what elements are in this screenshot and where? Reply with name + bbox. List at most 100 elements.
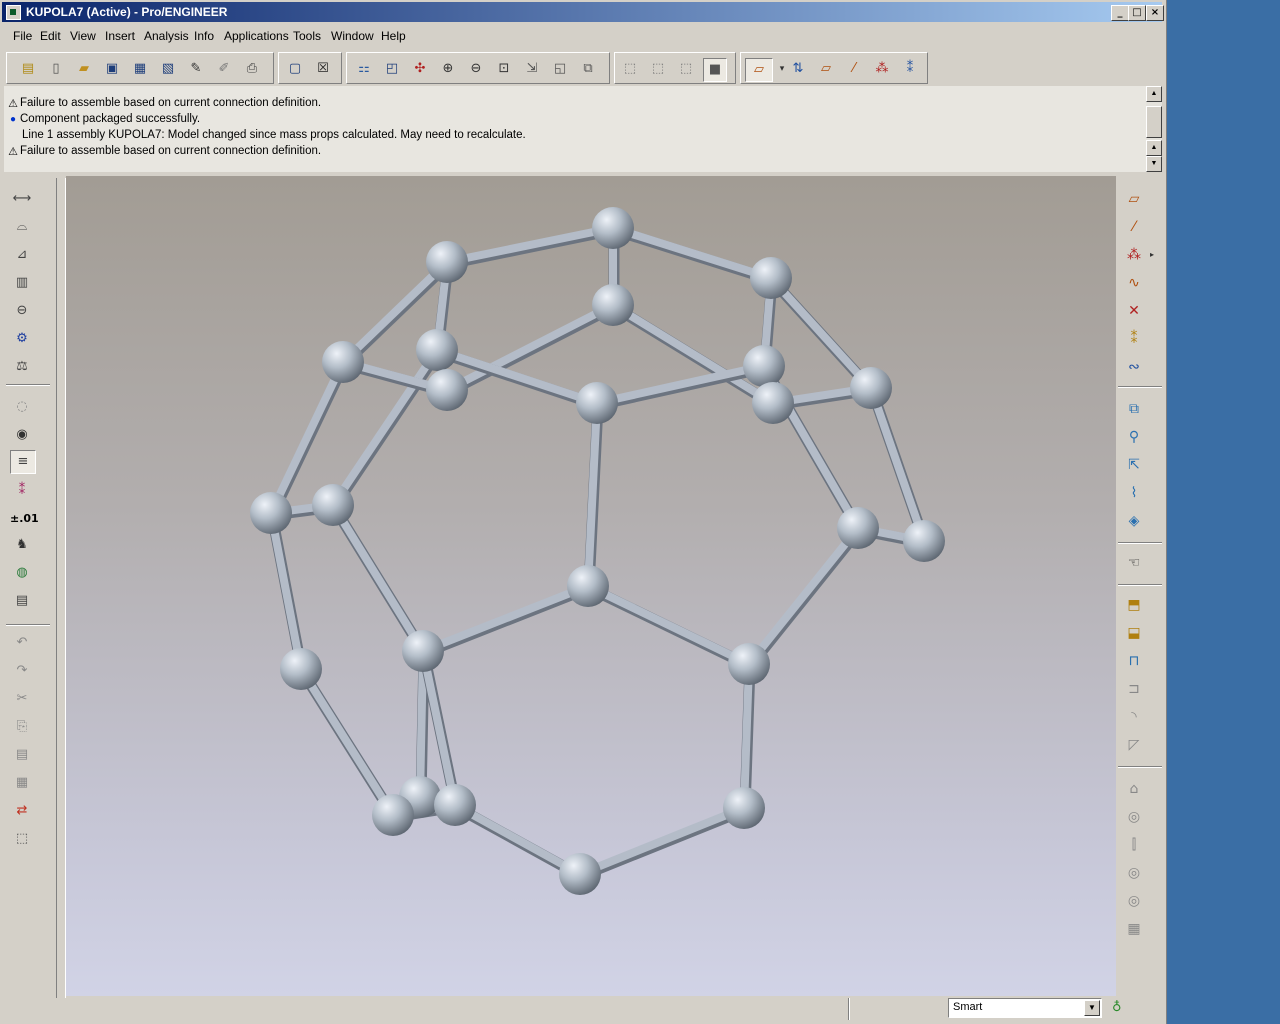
model-tree-settings-icon[interactable]: ≡ — [10, 450, 36, 474]
dimension-icon[interactable]: ⟷ — [10, 188, 34, 210]
model-analysis-icon[interactable]: ▥ — [10, 272, 34, 294]
datum-point-icon[interactable]: ⁂ — [1120, 244, 1148, 266]
hidden-line-icon[interactable]: ⬚ — [647, 58, 669, 80]
draft-icon[interactable]: ⌂ — [1120, 778, 1148, 800]
zoom-out-icon[interactable]: ⊖ — [465, 58, 487, 80]
relations-icon[interactable]: ⁑ — [10, 480, 34, 502]
layers-icon[interactable]: ◱ — [549, 58, 571, 80]
datum-plane-display-icon[interactable]: ▱ — [745, 58, 773, 82]
redo-icon[interactable]: ↷ — [10, 660, 34, 682]
message-scrollbar[interactable]: ▲ ▲ ▼ — [1146, 86, 1162, 172]
spin-icon[interactable]: ⁂ — [871, 58, 893, 80]
selection-filter-select[interactable]: Smart ▼ — [948, 998, 1102, 1018]
close-button[interactable]: × — [1146, 5, 1164, 21]
sash-strip[interactable] — [56, 178, 66, 998]
eye-icon[interactable]: ◉ — [10, 424, 34, 446]
polyhedron-model[interactable] — [66, 176, 1116, 996]
undo-icon[interactable]: ↶ — [10, 632, 34, 654]
menu-help[interactable]: Help — [381, 29, 406, 43]
scroll-thumb[interactable] — [1146, 106, 1162, 138]
reference-icon[interactable]: ⧉ — [577, 58, 599, 80]
sketched-curve-icon[interactable]: ∾ — [1120, 356, 1148, 378]
menu-analysis[interactable]: Analysis — [144, 29, 189, 43]
cut-out-icon[interactable]: ⊐ — [1120, 678, 1148, 700]
open-file-icon[interactable]: ▰ — [73, 58, 95, 80]
selection-box-icon[interactable]: ⬚ — [10, 828, 34, 850]
weight-icon[interactable]: ⚖ — [10, 356, 34, 378]
pattern-icon[interactable]: ▦ — [1120, 918, 1148, 940]
graphics-window[interactable] — [66, 176, 1116, 996]
mass-props-icon[interactable]: ⊖ — [10, 300, 34, 322]
chamfer-icon[interactable]: ◸ — [1120, 734, 1148, 756]
angle-icon[interactable]: ⊿ — [10, 244, 34, 266]
datum-axis-icon[interactable]: ⁄ — [1120, 216, 1148, 238]
shell-icon[interactable]: ◎ — [1120, 806, 1148, 828]
window-close-icon[interactable]: ☒ — [312, 58, 334, 80]
scroll-down-arrow-icon[interactable]: ▲ — [1146, 140, 1162, 156]
wireframe-icon[interactable]: ⬚ — [619, 58, 641, 80]
pipe-icon[interactable]: ⌇ — [1120, 482, 1148, 504]
datum-axis-display-icon[interactable]: ⇅ — [787, 58, 809, 80]
offset-icon[interactable]: ◎ — [1120, 862, 1148, 884]
new-file-icon[interactable]: ▯ — [45, 58, 67, 80]
place-component-icon[interactable]: ⧉ — [1120, 398, 1148, 420]
surface-icon[interactable]: ◈ — [1120, 510, 1148, 532]
coord-sys-display-icon[interactable]: ⁄ — [843, 58, 865, 80]
tolerance-button[interactable]: ±.01 — [10, 508, 39, 530]
merge-icon[interactable]: ⊓ — [1120, 650, 1148, 672]
regenerate-arrows-icon[interactable]: ⇄ — [10, 800, 34, 822]
named-view-icon[interactable]: ◰ — [381, 58, 403, 80]
menu-view[interactable]: View — [70, 29, 96, 43]
maximize-button[interactable]: □ — [1128, 5, 1146, 21]
drag-component-icon[interactable]: ⇱ — [1120, 454, 1148, 476]
menu-edit[interactable]: Edit — [40, 29, 61, 43]
save-icon[interactable]: ▣ — [101, 58, 123, 80]
area-icon[interactable]: ⌓ — [10, 216, 34, 238]
menu-insert[interactable]: Insert — [105, 29, 135, 43]
orient-icon[interactable]: ⇲ — [521, 58, 543, 80]
copy-icon[interactable]: ⎘ — [10, 716, 34, 738]
save-copy-icon[interactable]: ▦ — [129, 58, 151, 80]
insert-component-icon[interactable]: ⬒ — [1120, 594, 1148, 616]
menu-tools[interactable]: Tools — [293, 29, 321, 43]
round-icon[interactable]: ◝ — [1120, 706, 1148, 728]
menu-info[interactable]: Info — [194, 29, 214, 43]
menu-applications[interactable]: Applications — [224, 29, 289, 43]
scroll-up-arrow-icon[interactable]: ▲ — [1146, 86, 1162, 102]
erase-icon[interactable]: ✐ — [213, 58, 235, 80]
hand-icon[interactable]: ☜ — [1120, 552, 1148, 574]
shaded-icon[interactable]: ■ — [703, 58, 727, 82]
hidden-eye-icon[interactable]: ◌ — [10, 396, 34, 418]
settings-gear-icon[interactable]: ⚙ — [10, 328, 34, 350]
print-icon[interactable]: ⎙ — [241, 58, 263, 80]
scroll-down-arrow-icon[interactable]: ▼ — [1146, 156, 1162, 172]
paste-special-icon[interactable]: ▦ — [10, 772, 34, 794]
spin-center-icon[interactable]: ✣ — [409, 58, 431, 80]
datum-point-display-icon[interactable]: ▱ — [815, 58, 837, 80]
traffic-light-icon[interactable]: ♁ — [1112, 1000, 1122, 1015]
minimize-button[interactable]: _ — [1111, 5, 1129, 21]
flyout-arrow-icon[interactable]: ▸ — [1150, 250, 1154, 259]
analysis-feature-icon[interactable]: ⁑ — [1120, 328, 1148, 350]
cut-icon[interactable]: ✂ — [10, 688, 34, 710]
menu-window[interactable]: Window — [331, 29, 374, 43]
package-icon[interactable]: ⚲ — [1120, 426, 1148, 448]
annotation-display-icon[interactable]: ⁑ — [899, 58, 921, 80]
thicken-icon[interactable]: ◎ — [1120, 890, 1148, 912]
globe-icon[interactable]: ◍ — [10, 562, 34, 584]
chevron-down-icon[interactable]: ▼ — [1084, 1000, 1100, 1016]
paste-icon[interactable]: ▤ — [10, 744, 34, 766]
window-activate-icon[interactable]: ▢ — [284, 58, 306, 80]
refit-icon[interactable]: ⊡ — [493, 58, 515, 80]
backup-icon[interactable]: ▧ — [157, 58, 179, 80]
no-hidden-icon[interactable]: ⬚ — [675, 58, 697, 80]
coordinate-system-icon[interactable]: ✕ — [1120, 300, 1148, 322]
datum-plane-icon[interactable]: ▱ — [1120, 188, 1148, 210]
create-component-icon[interactable]: ⬓ — [1120, 622, 1148, 644]
regenerate-icon[interactable]: ⚏ — [353, 58, 375, 80]
person-icon[interactable]: ♞ — [10, 534, 34, 556]
mirror-icon[interactable]: ⫿ — [1120, 834, 1148, 856]
report-icon[interactable]: ▤ — [10, 590, 34, 612]
rename-icon[interactable]: ✎ — [185, 58, 207, 80]
menu-file[interactable]: File — [13, 29, 32, 43]
